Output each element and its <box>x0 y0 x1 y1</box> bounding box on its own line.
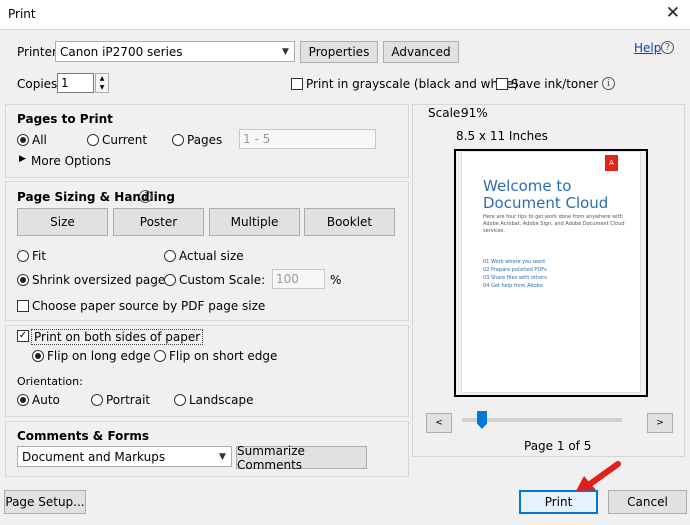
current-radio[interactable] <box>87 134 99 146</box>
auto-label: Auto <box>32 393 60 407</box>
portrait-radio[interactable] <box>91 394 103 406</box>
custom-scale-label: Custom Scale: <box>179 273 266 287</box>
next-page-button[interactable]: > <box>647 413 673 433</box>
percent-label: % <box>330 273 342 287</box>
grayscale-label: Print in grayscale (black and white) <box>306 77 519 91</box>
close-icon[interactable]: ✕ <box>666 4 680 22</box>
pages-range-input[interactable]: 1 - 5 <box>239 129 376 149</box>
all-label: All <box>32 133 47 147</box>
shrink-radio[interactable] <box>17 274 29 286</box>
all-radio[interactable] <box>17 134 29 146</box>
poster-button[interactable]: Poster <box>113 208 204 236</box>
window-title: Print <box>8 7 36 21</box>
printer-select[interactable]: Canon iP2700 series ▼ <box>55 41 295 62</box>
comments-select[interactable]: Document and Markups ▼ <box>17 446 232 467</box>
list-item: 01 Work where you want <box>483 259 546 265</box>
paper-source-label: Choose paper source by PDF page size <box>32 299 266 313</box>
printer-value: Canon iP2700 series <box>60 45 183 59</box>
actual-size-radio[interactable] <box>164 250 176 262</box>
chevron-down-icon: ▼ <box>219 451 226 462</box>
copies-stepper[interactable]: ▲ ▼ <box>95 73 109 93</box>
expand-triangle-icon[interactable]: ▶ <box>19 154 26 164</box>
pages-radio[interactable] <box>172 134 184 146</box>
pages-to-print-heading: Pages to Print <box>17 112 113 126</box>
summarize-comments-button[interactable]: Summarize Comments <box>236 444 367 472</box>
previous-page-button[interactable]: < <box>426 413 452 433</box>
custom-scale-input[interactable]: 100 <box>272 269 325 289</box>
more-options-label[interactable]: More Options <box>31 154 111 168</box>
auto-radio[interactable] <box>17 394 29 406</box>
actual-size-label: Actual size <box>179 249 244 263</box>
page-setup-button[interactable]: Page Setup... <box>4 490 86 514</box>
fit-radio[interactable] <box>17 250 29 262</box>
preview-doc-title: Welcome to Document Cloud <box>483 177 609 212</box>
help-link[interactable]: Help <box>634 41 661 55</box>
list-item: 03 Share files with others <box>483 275 547 281</box>
annotation-arrow-icon <box>576 461 621 491</box>
info-icon[interactable]: i <box>602 77 615 90</box>
long-edge-label: Flip on long edge <box>47 349 151 363</box>
current-label: Current <box>102 133 148 147</box>
properties-button[interactable]: Properties <box>300 41 378 63</box>
short-edge-radio[interactable] <box>154 350 166 362</box>
pages-label: Pages <box>187 133 223 147</box>
advanced-button[interactable]: Advanced <box>383 41 459 63</box>
portrait-label: Portrait <box>106 393 151 407</box>
list-item: 02 Prepare polished PDFs <box>483 267 547 273</box>
long-edge-radio[interactable] <box>32 350 44 362</box>
landscape-radio[interactable] <box>174 394 186 406</box>
list-item: 04 Get help from Adobe <box>483 283 543 289</box>
comments-value: Document and Markups <box>22 450 166 464</box>
multiple-button[interactable]: Multiple <box>209 208 300 236</box>
fit-label: Fit <box>32 249 47 263</box>
size-button[interactable]: Size <box>17 208 108 236</box>
save-ink-label: Save ink/toner <box>511 77 599 91</box>
grayscale-checkbox[interactable] <box>291 78 303 90</box>
adobe-logo-icon: A <box>605 155 618 171</box>
save-ink-checkbox[interactable] <box>496 78 508 90</box>
comments-heading: Comments & Forms <box>17 429 149 443</box>
title-bar <box>0 0 690 30</box>
scale-label: Scale: <box>428 106 465 120</box>
preview-doc-body: Here are four tips to get work done from… <box>483 214 625 234</box>
landscape-label: Landscape <box>189 393 254 407</box>
orientation-label: Orientation: <box>17 375 83 388</box>
preview-doc-list: 01 Work where you want 02 Prepare polish… <box>483 258 547 290</box>
custom-scale-radio[interactable] <box>164 274 176 286</box>
short-edge-label: Flip on short edge <box>169 349 278 363</box>
info-icon[interactable]: i <box>139 190 152 203</box>
paper-size-label: 8.5 x 11 Inches <box>456 129 548 143</box>
help-icon[interactable]: ? <box>661 41 674 54</box>
both-sides-label: Print on both sides of paper <box>31 329 204 345</box>
page-indicator: Page 1 of 5 <box>524 439 592 453</box>
scale-value: 91% <box>461 106 488 120</box>
chevron-down-icon: ▼ <box>282 46 289 57</box>
copies-input[interactable]: 1 <box>57 73 94 93</box>
copies-label: Copies: <box>17 77 62 91</box>
both-sides-checkbox[interactable]: ✓ <box>17 330 29 342</box>
shrink-label: Shrink oversized pages <box>32 273 172 287</box>
booklet-button[interactable]: Booklet <box>304 208 395 236</box>
paper-source-checkbox[interactable] <box>17 300 29 312</box>
